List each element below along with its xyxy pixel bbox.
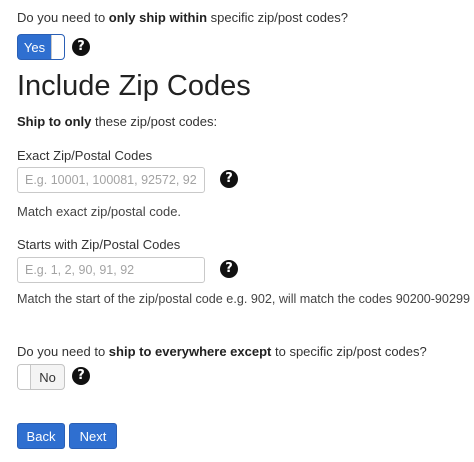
only-ship-toggle-label: Yes xyxy=(23,39,46,55)
starts-zip-label: Starts with Zip/Postal Codes xyxy=(17,237,181,252)
help-icon[interactable]: ? xyxy=(220,260,238,278)
except-question-pre: Do you need to xyxy=(17,344,109,359)
except-toggle[interactable]: No xyxy=(17,364,65,390)
exact-zip-hint: Match exact zip/postal code. xyxy=(17,204,182,219)
next-button[interactable]: Next xyxy=(69,423,117,449)
only-ship-question-pre: Do you need to xyxy=(17,10,109,25)
exact-zip-label: Exact Zip/Postal Codes xyxy=(17,148,153,163)
back-button[interactable]: Back xyxy=(17,423,65,449)
only-ship-question-bold: only ship within xyxy=(108,10,208,25)
toggle-knob xyxy=(18,365,31,389)
exact-zip-input[interactable] xyxy=(17,167,205,193)
only-ship-question-post: specific zip/post codes? xyxy=(207,10,348,25)
include-subtitle-bold: Ship to only xyxy=(17,114,92,129)
page-title: Include Zip Codes xyxy=(17,70,251,102)
include-subtitle-rest: these zip/post codes: xyxy=(91,114,218,129)
help-icon[interactable]: ? xyxy=(72,367,90,385)
only-ship-toggle[interactable]: Yes xyxy=(17,34,65,60)
help-icon[interactable]: ? xyxy=(220,170,238,188)
except-question: Do you need to ship to everywhere except… xyxy=(17,344,427,360)
include-subtitle: Ship to only these zip/post codes: xyxy=(17,114,217,130)
starts-zip-hint: Match the start of the zip/postal code e… xyxy=(17,292,470,306)
starts-zip-input[interactable] xyxy=(17,257,205,283)
help-icon[interactable]: ? xyxy=(72,38,90,56)
toggle-knob xyxy=(51,35,64,59)
except-question-post: to specific zip/post codes? xyxy=(271,344,427,359)
except-toggle-label: No xyxy=(39,369,56,385)
only-ship-question: Do you need to only ship within specific… xyxy=(17,10,348,26)
except-question-bold: ship to everywhere except xyxy=(108,344,272,359)
